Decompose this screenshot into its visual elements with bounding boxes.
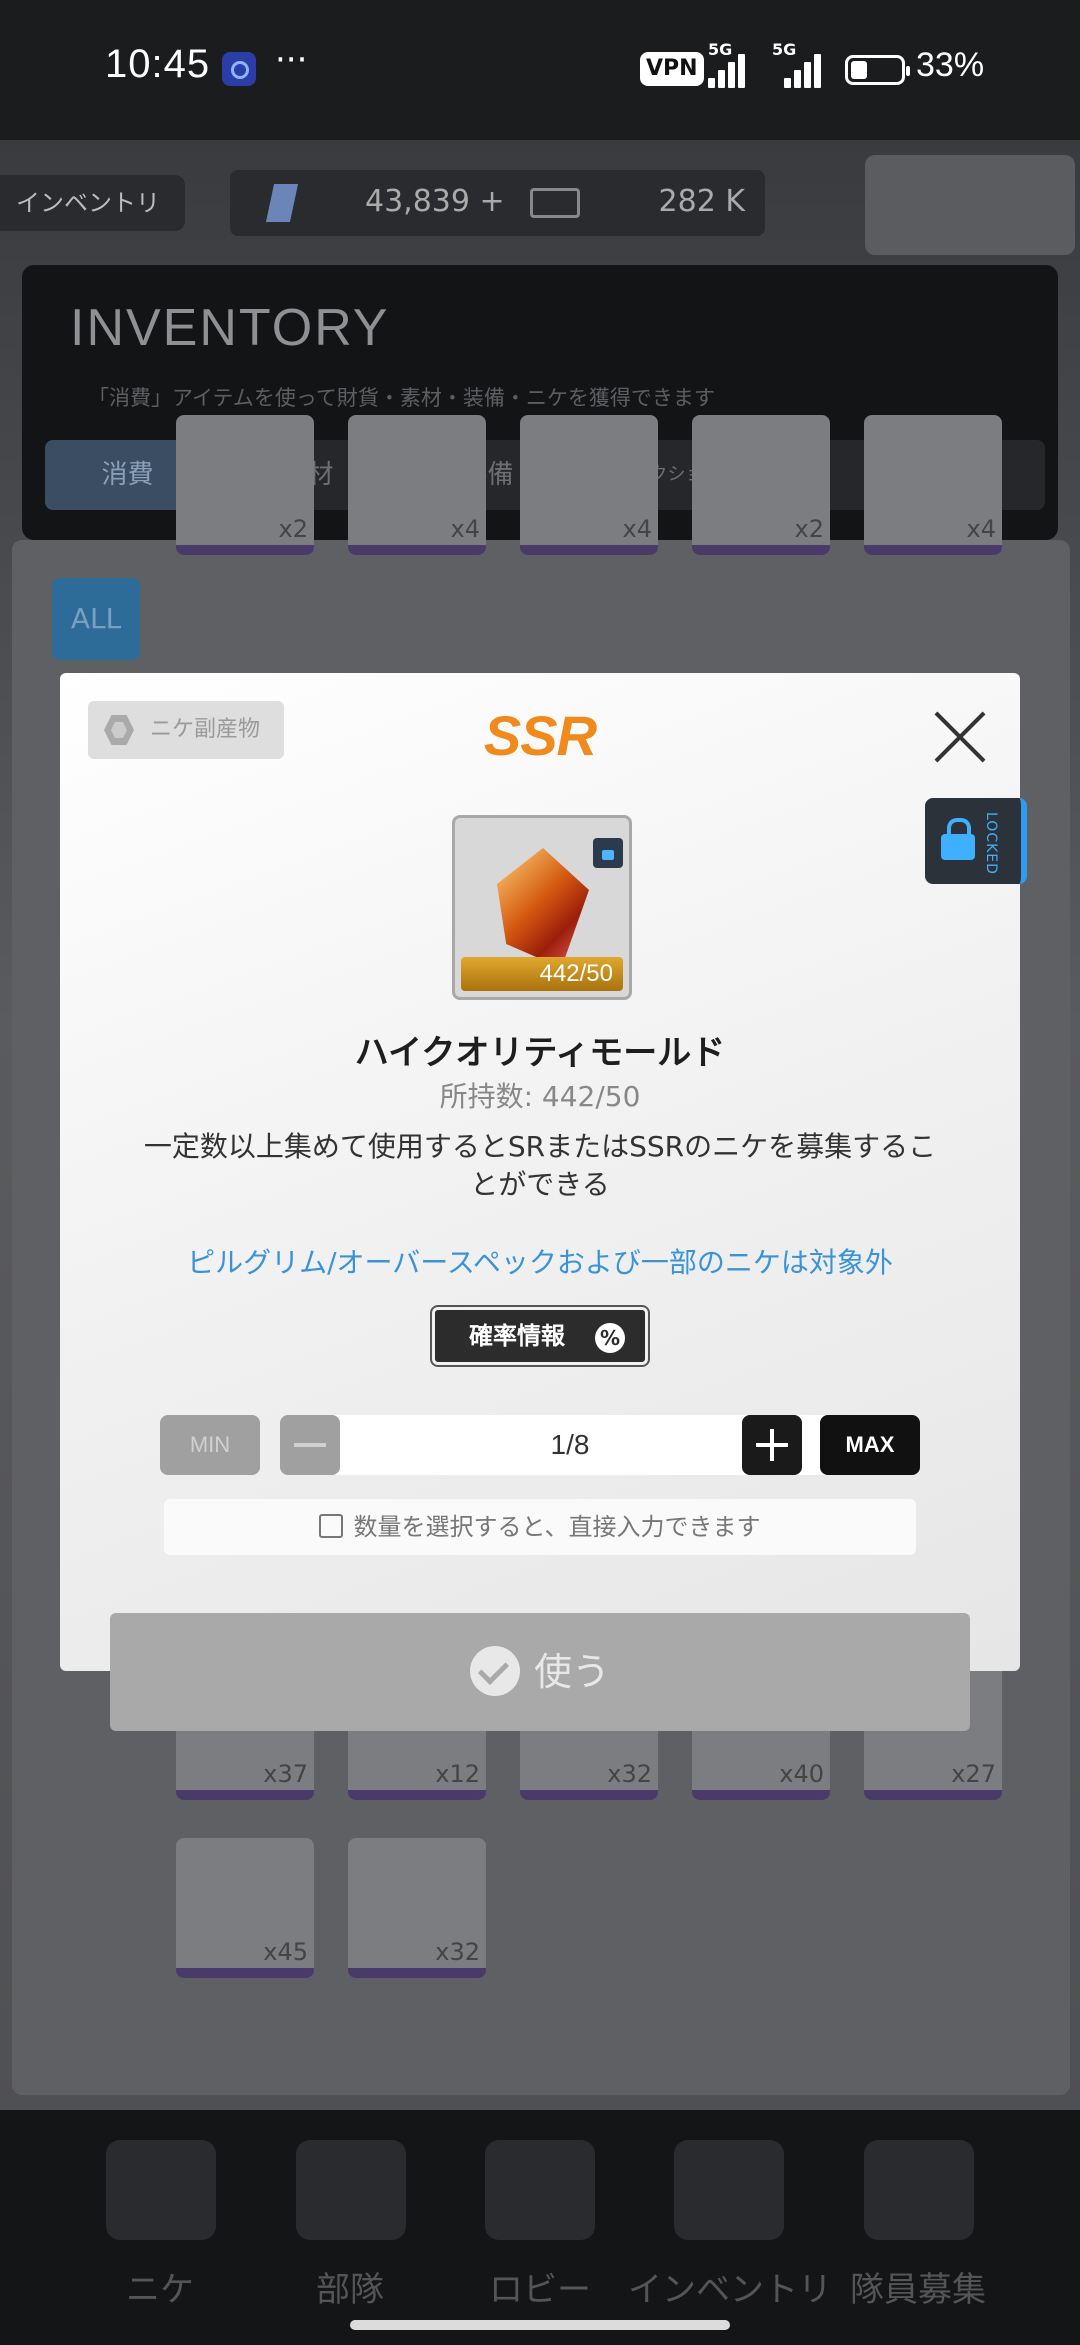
- header-location-label: インベントリ: [0, 175, 185, 231]
- credit-count: 282 K: [658, 184, 745, 219]
- inventory-nav-icon: [674, 2140, 784, 2240]
- vpn-badge: VPN: [640, 52, 704, 86]
- grid-item[interactable]: x45: [176, 1838, 314, 1978]
- signal-icon-1: [706, 48, 752, 88]
- inventory-subtitle: 「消費」アイテムを使って財貨・素材・装備・ニケを獲得できます: [88, 386, 715, 410]
- nikke-nav-icon: [106, 2140, 216, 2240]
- item-exclusion-note: ピルグリム/オーバースペックおよび一部のニケは対象外: [187, 1246, 893, 1279]
- probability-info-label: 確率情報: [469, 1322, 565, 1350]
- item-thumbnail: 442/50: [452, 815, 632, 1000]
- nav-lobby[interactable]: ロビー: [432, 2262, 648, 2311]
- use-button-label: 使う: [533, 1650, 610, 1694]
- nav-squad[interactable]: 部隊: [242, 2262, 458, 2311]
- item-detail-dialog: ニケ副産物 SSR 442/50 ハイクオリティモールド 所持数: 442/50…: [60, 673, 1020, 1731]
- battery-icon: [845, 55, 910, 85]
- resource-bar: 43,839 + 282 K: [230, 170, 765, 236]
- grid-item[interactable]: x4: [520, 415, 658, 555]
- inventory-title: INVENTORY: [70, 299, 390, 357]
- grid-item[interactable]: x4: [348, 415, 486, 555]
- status-bar: 10:45 ··· VPN 5G 5G 33%: [0, 0, 1080, 140]
- lock-icon: [941, 818, 975, 860]
- max-button[interactable]: MAX: [820, 1415, 920, 1475]
- gem-plus-button[interactable]: +: [480, 184, 505, 219]
- nav-inventory[interactable]: インベントリ: [620, 2262, 840, 2311]
- grid-item[interactable]: x2: [692, 415, 830, 555]
- edit-icon: [319, 1514, 344, 1538]
- more-notifications-icon: ···: [275, 40, 308, 80]
- gem-count: 43,839: [365, 184, 470, 219]
- credit-icon: [530, 188, 580, 218]
- percent-icon: %: [595, 1323, 625, 1353]
- close-icon[interactable]: [932, 709, 988, 765]
- lock-icon: [593, 838, 623, 868]
- grid-item[interactable]: x32: [348, 1838, 486, 1978]
- grid-item[interactable]: x4: [864, 415, 1002, 555]
- filter-all-button[interactable]: ALL: [52, 578, 140, 660]
- app-notification-icon: [222, 52, 256, 86]
- lobby-nav-icon: [485, 2140, 595, 2240]
- home-indicator[interactable]: [350, 2320, 730, 2330]
- rarity-label: SSR: [483, 704, 597, 767]
- nav-recruit[interactable]: 隊員募集: [810, 2262, 1026, 2311]
- status-time: 10:45: [105, 42, 211, 86]
- quantity-hint-text: 数量を選択すると、直接入力できます: [353, 1513, 761, 1541]
- mail-menu-buttons[interactable]: [865, 155, 1075, 255]
- probability-info-button[interactable]: 確率情報 %: [432, 1307, 648, 1365]
- lock-toggle-button[interactable]: LOCKED: [925, 798, 1027, 884]
- min-button[interactable]: MIN: [160, 1415, 260, 1475]
- check-icon: [469, 1645, 520, 1696]
- item-name: ハイクオリティモールド: [354, 1033, 726, 1073]
- battery-percent: 33%: [916, 46, 985, 84]
- locked-label: LOCKED: [983, 812, 999, 875]
- gem-icon: [265, 184, 299, 222]
- nav-nikke[interactable]: ニケ: [52, 2262, 268, 2311]
- quantity-hint: 数量を選択すると、直接入力できます: [164, 1499, 916, 1555]
- use-button[interactable]: 使う: [110, 1613, 970, 1731]
- squad-nav-icon: [296, 2140, 406, 2240]
- signal-icon-2: [782, 48, 828, 88]
- grid-item[interactable]: x2: [176, 415, 314, 555]
- owned-count: 所持数: 442/50: [439, 1080, 641, 1113]
- recruit-nav-icon: [864, 2140, 974, 2240]
- mold-crystal-icon: [497, 848, 589, 968]
- plus-icon[interactable]: [742, 1415, 802, 1475]
- item-description: 一定数以上集めて使用するとSRまたはSSRのニケを募集することができる: [143, 1130, 937, 1201]
- item-count-badge: 442/50: [461, 957, 623, 991]
- quantity-input[interactable]: 1/8: [340, 1415, 800, 1475]
- minus-icon[interactable]: [280, 1415, 340, 1475]
